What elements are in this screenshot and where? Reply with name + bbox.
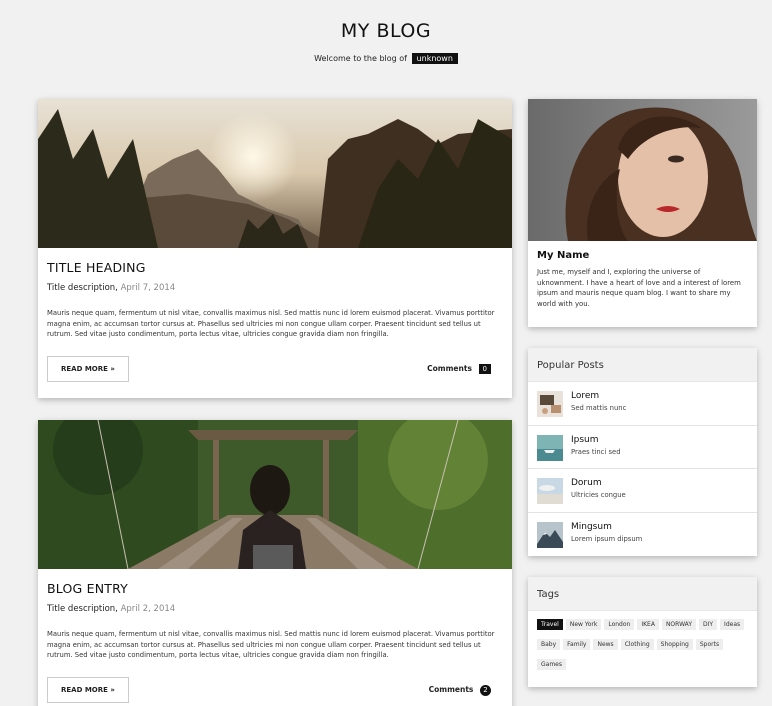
page: MY BLOG Welcome to the blog of unknown T…	[7, 6, 765, 706]
post-description: Title description, April 7, 2014	[47, 283, 503, 293]
tag-list: Travel New York London IKEA NORWAY DIY I…	[528, 611, 757, 679]
popular-post-title: Dorum	[571, 478, 602, 488]
tag-ideas[interactable]: Ideas	[720, 619, 745, 630]
tag-diy[interactable]: DIY	[698, 619, 718, 630]
post-excerpt: Mauris neque quam, fermentum ut nisl vit…	[47, 309, 495, 338]
tag-baby[interactable]: Baby	[537, 639, 561, 650]
blog-header: MY BLOG Welcome to the blog of unknown	[7, 6, 765, 98]
post-description: Title description, April 2, 2014	[47, 604, 503, 614]
post-title[interactable]: TITLE HEADING	[47, 260, 503, 275]
tag-sports[interactable]: Sports	[695, 639, 724, 650]
comments-label: Comments	[427, 363, 472, 373]
popular-post-subtitle: Ultricies congue	[571, 491, 626, 499]
blog-tagline: Welcome to the blog of unknown	[7, 53, 765, 64]
tag-travel[interactable]: Travel	[537, 619, 563, 630]
tag-family[interactable]: Family	[563, 639, 591, 650]
popular-post-item[interactable]: Dorum Ultricies congue	[528, 469, 757, 513]
comments-link[interactable]: Comments 2	[428, 684, 491, 696]
blog-title: MY BLOG	[340, 20, 432, 42]
tag-news[interactable]: News	[593, 639, 618, 650]
post-body: BLOG ENTRY Title description, April 2, 2…	[38, 569, 512, 705]
blog-post-card: BLOG ENTRY Title description, April 2, 2…	[38, 420, 512, 706]
thumbnail-mountain	[537, 521, 563, 548]
read-more-button[interactable]: READ MORE »	[47, 355, 129, 382]
tagline-prefix: Welcome to the blog of	[314, 54, 407, 63]
tagline-name-badge: unknown	[411, 53, 458, 64]
comments-count-badge: 2	[480, 684, 491, 696]
post-body: TITLE HEADING Title description, April 7…	[38, 248, 512, 384]
post-footer: READ MORE » Comments 2	[47, 676, 503, 705]
tag-norway[interactable]: NORWAY	[661, 619, 696, 630]
tag-shopping[interactable]: Shopping	[656, 639, 693, 650]
post-image-mountain-sunset[interactable]	[38, 99, 512, 248]
tag-clothing[interactable]: Clothing	[620, 639, 654, 650]
post-description-text: Title description,	[47, 283, 118, 293]
post-date: April 7, 2014	[120, 283, 176, 293]
post-description-text: Title description,	[47, 604, 118, 614]
popular-post-item[interactable]: Ipsum Praes tinci sed	[528, 426, 757, 469]
post-footer: READ MORE » Comments 0	[47, 355, 503, 384]
post-title[interactable]: BLOG ENTRY	[47, 581, 503, 596]
read-more-button[interactable]: READ MORE »	[47, 676, 129, 703]
widget-heading: Popular Posts	[528, 348, 757, 382]
popular-post-item[interactable]: Lorem Sed mattis nunc	[528, 382, 757, 426]
profile-image-woman-portrait	[528, 99, 757, 241]
widget-heading: Tags	[528, 577, 757, 611]
popular-post-subtitle: Sed mattis nunc	[571, 404, 627, 412]
comments-link[interactable]: Comments 0	[427, 363, 491, 374]
thumbnail-sky	[537, 478, 563, 504]
popular-post-item[interactable]: Mingsum Lorem ipsum dipsum	[528, 513, 757, 557]
comments-label: Comments	[428, 684, 474, 694]
tag-ikea[interactable]: IKEA	[637, 619, 659, 630]
thumbnail-boat	[537, 434, 563, 461]
popular-post-title: Ipsum	[571, 434, 599, 445]
popular-post-subtitle: Praes tinci sed	[571, 447, 621, 456]
comments-count-badge: 0	[478, 363, 491, 374]
popular-post-title: Lorem	[571, 391, 600, 401]
tag-london[interactable]: London	[604, 619, 635, 630]
blog-post-card: TITLE HEADING Title description, April 7…	[38, 99, 512, 398]
profile-name: My Name	[537, 250, 590, 261]
thumbnail-workspace	[537, 391, 563, 417]
profile-card: My Name Just me, myself and I, exploring…	[528, 99, 757, 327]
tag-new-york[interactable]: New York	[565, 619, 602, 630]
tag-games[interactable]: Games	[537, 659, 566, 670]
profile-bio: Just me, myself and I, exploring the uni…	[537, 268, 741, 308]
post-image-woman-on-bridge[interactable]	[38, 420, 512, 569]
post-date: April 2, 2014	[120, 604, 176, 614]
popular-post-subtitle: Lorem ipsum dipsum	[571, 534, 643, 543]
popular-post-title: Mingsum	[571, 521, 612, 532]
popular-posts-widget: Popular Posts Lorem Sed mattis nunc Ipsu…	[528, 348, 757, 556]
tags-widget: Tags Travel New York London IKEA NORWAY …	[528, 577, 757, 687]
post-excerpt: Mauris neque quam, fermentum ut nisl vit…	[47, 630, 495, 659]
